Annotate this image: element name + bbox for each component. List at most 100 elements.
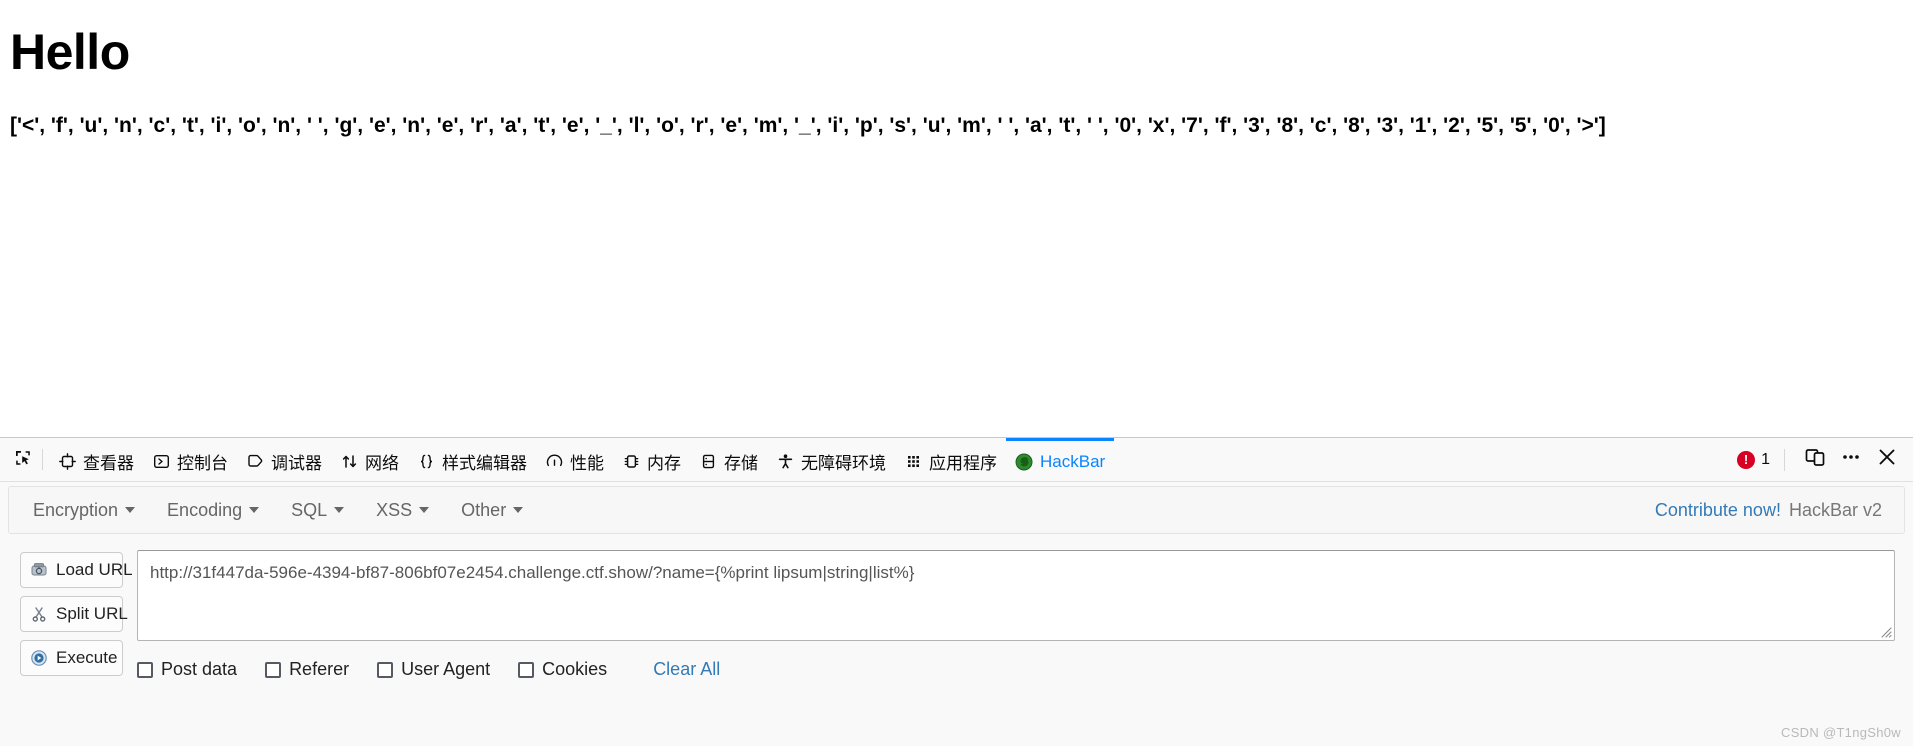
browser-page-content: Hello ['<', 'f', 'u', 'n', 'c', 't', 'i'… (0, 0, 1913, 437)
execute-play-icon (29, 648, 49, 668)
url-textarea[interactable]: http://31f447da-596e-4394-bf87-806bf07e2… (137, 550, 1895, 641)
checkbox-label: Post data (161, 659, 238, 679)
checkbox-user-agent[interactable]: User Agent (377, 659, 490, 680)
devtools-tab-console[interactable]: 控制台 (143, 438, 237, 482)
hackbar-menu-sql[interactable]: SQL (291, 499, 345, 521)
devtools-tab-label: 查看器 (83, 454, 134, 473)
devtools-tab-label: 控制台 (177, 454, 228, 473)
load-url-icon (29, 560, 49, 580)
hackbar-menu-xss[interactable]: XSS (376, 499, 430, 521)
error-exclamation-icon: ! (1737, 450, 1756, 469)
hackbar-body: Load URL Split URL Execute http://31f447… (0, 534, 1913, 680)
responsive-design-mode-button[interactable] (1799, 444, 1831, 476)
performance-icon (545, 453, 563, 471)
checkbox-label: Referer (289, 659, 350, 679)
hackbar-button-label: Load URL (56, 560, 133, 579)
devtools-tab-inspector[interactable]: 查看器 (49, 438, 143, 482)
checkbox-box-icon (265, 661, 282, 678)
element-picker-button[interactable] (6, 438, 40, 482)
devtools-tab-label: 调试器 (271, 454, 322, 473)
execute-button[interactable]: Execute (20, 640, 123, 676)
contribute-link[interactable]: Contribute now! (1655, 500, 1781, 521)
hackbar-button-label: Execute (56, 648, 118, 667)
devtools-tab-style-editor[interactable]: 样式编辑器 (408, 438, 536, 482)
clear-all-link[interactable]: Clear All (653, 659, 720, 680)
watermark: CSDN @T1ngSh0w (1781, 725, 1901, 740)
devtools-tab-storage[interactable]: 存储 (690, 438, 767, 482)
hackbar-menu-label: Other (461, 499, 507, 520)
devtools-panel: 查看器 控制台 调试器 网络 样式编辑器 性能 内存 存储 无障碍环境 应用程序… (0, 437, 1913, 746)
split-url-scissors-icon (29, 604, 49, 624)
url-textarea-value: http://31f447da-596e-4394-bf87-806bf07e2… (150, 563, 915, 582)
hackbar-menubar: Encryption Encoding SQL XSS Other Contri… (8, 486, 1905, 534)
devtools-tab-list: 查看器 控制台 调试器 网络 样式编辑器 性能 内存 存储 无障碍环境 应用程序… (6, 438, 1733, 481)
debugger-icon (246, 453, 264, 471)
hackbar-menu-label: XSS (376, 499, 413, 520)
close-icon (1876, 446, 1898, 473)
checkbox-label: User Agent (401, 659, 491, 679)
hackbar-firefox-icon (1015, 453, 1033, 471)
devtools-tab-label: HackBar (1040, 451, 1106, 471)
console-icon (152, 453, 170, 471)
resize-grip-icon[interactable] (1878, 624, 1892, 638)
close-devtools-button[interactable] (1871, 444, 1903, 476)
toolbar-divider (42, 449, 43, 470)
devtools-tab-label: 性能 (570, 454, 604, 473)
devtools-tab-label: 无障碍环境 (801, 454, 886, 473)
chevron-down-icon (513, 507, 524, 513)
checkbox-referer[interactable]: Referer (265, 659, 349, 680)
split-url-button[interactable]: Split URL (20, 596, 128, 632)
responsive-design-mode-icon (1804, 446, 1826, 473)
page-title: Hello (10, 24, 130, 80)
checkbox-post-data[interactable]: Post data (137, 659, 237, 680)
hackbar-menubar-right: Contribute now! HackBar v2 (1655, 500, 1882, 521)
chevron-down-icon (419, 507, 430, 513)
devtools-tab-label: 应用程序 (929, 454, 997, 473)
devtools-toolbar: 查看器 控制台 调试器 网络 样式编辑器 性能 内存 存储 无障碍环境 应用程序… (0, 438, 1913, 482)
devtools-toolbar-actions: ! 1 (1733, 438, 1909, 481)
chevron-down-icon (334, 507, 345, 513)
devtools-tab-performance[interactable]: 性能 (536, 438, 613, 482)
inspector-icon (58, 453, 76, 471)
checkbox-box-icon (518, 661, 535, 678)
page-body-text: ['<', 'f', 'u', 'n', 'c', 't', 'i', 'o',… (10, 113, 1606, 137)
hackbar-menu-encoding[interactable]: Encoding (167, 499, 260, 521)
hackbar-menu-label: Encoding (167, 499, 243, 520)
hackbar-menu-encryption[interactable]: Encryption (33, 499, 136, 521)
accessibility-icon (776, 453, 794, 471)
error-count-label: 1 (1761, 450, 1770, 468)
hackbar-button-label: Split URL (56, 604, 128, 623)
devtools-tab-label: 网络 (365, 454, 399, 473)
memory-icon (622, 453, 640, 471)
element-picker-icon (13, 448, 33, 473)
style-editor-icon (417, 453, 435, 471)
storage-icon (699, 453, 717, 471)
devtools-tab-label: 样式编辑器 (442, 454, 527, 473)
more-options-icon (1840, 446, 1862, 473)
load-url-button[interactable]: Load URL (20, 552, 133, 588)
devtools-tab-accessibility[interactable]: 无障碍环境 (767, 438, 895, 482)
devtools-tab-memory[interactable]: 内存 (613, 438, 690, 482)
hackbar-menu-other[interactable]: Other (461, 499, 524, 521)
devtools-tab-debugger[interactable]: 调试器 (237, 438, 331, 482)
checkbox-label: Cookies (542, 659, 608, 679)
hackbar-menu-label: Encryption (33, 499, 119, 520)
hackbar-action-buttons: Load URL Split URL Execute (20, 550, 133, 680)
hackbar-menu-label: SQL (291, 499, 328, 520)
devtools-tab-label: 内存 (647, 454, 681, 473)
devtools-tab-hackbar[interactable]: HackBar (1006, 438, 1115, 482)
checkbox-cookies[interactable]: Cookies (518, 659, 607, 680)
chevron-down-icon (125, 507, 136, 513)
chevron-down-icon (249, 507, 260, 513)
hackbar-options-row: Post data Referer User Agent Cookies Cle… (137, 659, 1895, 680)
application-icon (904, 453, 922, 471)
checkbox-box-icon (377, 661, 394, 678)
more-options-button[interactable] (1835, 444, 1867, 476)
devtools-tab-label: 存储 (724, 454, 758, 473)
error-count-badge[interactable]: ! 1 (1733, 450, 1774, 469)
network-icon (340, 453, 358, 471)
devtools-tab-network[interactable]: 网络 (331, 438, 408, 482)
devtools-tab-application[interactable]: 应用程序 (895, 438, 1006, 482)
checkbox-box-icon (137, 661, 153, 678)
hackbar-version-label: HackBar v2 (1788, 499, 1882, 520)
